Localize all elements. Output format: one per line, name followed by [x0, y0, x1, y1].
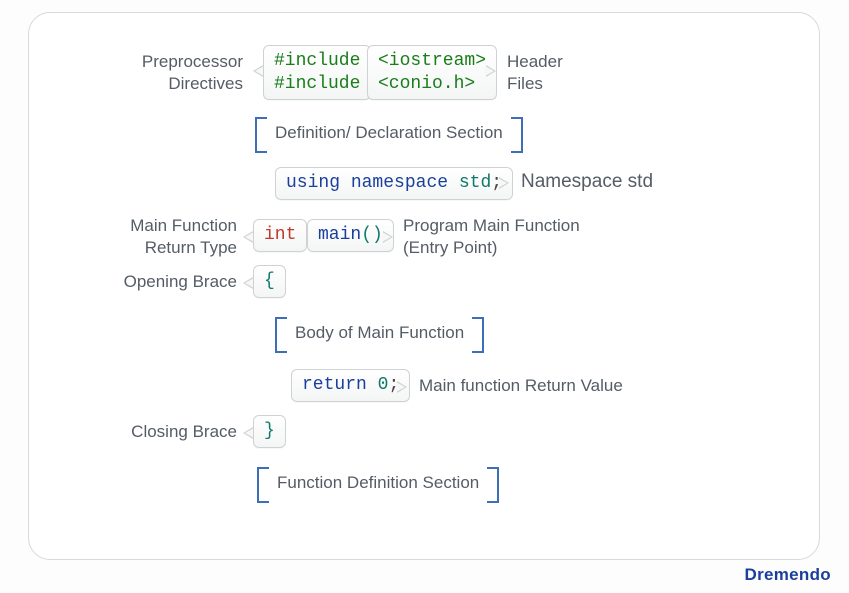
code-includes-headers: <iostream> <conio.h> — [367, 45, 497, 100]
brand-text: Dremendo — [745, 565, 831, 584]
code-text: () — [361, 225, 383, 245]
callout-tail — [243, 427, 253, 439]
label-text: Main FunctionReturn Type — [130, 216, 237, 257]
diagram-panel: PreprocessorDirectives #include #include… — [28, 12, 820, 560]
callout-tail — [397, 381, 407, 393]
code-text: { — [264, 271, 275, 291]
label-header-files: HeaderFiles — [507, 51, 563, 95]
label-text: Program Main Function(Entry Point) — [403, 216, 580, 257]
section-text: Function Definition Section — [277, 473, 479, 492]
code-includes-directives: #include #include — [263, 45, 371, 100]
label-text: Opening Brace — [124, 272, 237, 291]
code-text: std — [459, 173, 491, 193]
section-body: Body of Main Function — [279, 317, 480, 349]
label-namespace-std: Namespace std — [521, 170, 653, 195]
code-text: } — [264, 421, 275, 441]
callout-tail — [243, 231, 253, 243]
callout-tail — [243, 277, 253, 289]
label-opening-brace: Opening Brace — [67, 271, 237, 293]
code-close-brace: } — [253, 415, 286, 448]
callout-tail — [499, 177, 509, 189]
section-function-def: Function Definition Section — [261, 467, 495, 499]
code-namespace: using namespace std; — [275, 167, 513, 200]
label-preprocessor: PreprocessorDirectives — [93, 51, 243, 95]
code-text: <iostream> — [378, 51, 486, 71]
code-main-name: main() — [307, 219, 394, 252]
label-main-return-type: Main FunctionReturn Type — [67, 215, 237, 259]
callout-tail — [253, 65, 263, 77]
code-text: using — [286, 173, 340, 193]
label-main-return-value: Main function Return Value — [419, 375, 623, 397]
code-text: main — [318, 225, 361, 245]
code-open-brace: { — [253, 265, 286, 298]
label-text: Namespace std — [521, 171, 653, 192]
brand-logo: Dremendo — [745, 565, 831, 585]
section-definition: Definition/ Declaration Section — [259, 117, 519, 149]
label-closing-brace: Closing Brace — [67, 421, 237, 443]
label-text: Main function Return Value — [419, 376, 623, 395]
code-text: int — [264, 225, 296, 245]
code-text: #include — [274, 74, 360, 94]
code-main-rettype: int — [253, 219, 307, 252]
section-text: Body of Main Function — [295, 323, 464, 342]
label-text: Closing Brace — [131, 422, 237, 441]
code-text: 0 — [378, 375, 389, 395]
section-text: Definition/ Declaration Section — [275, 123, 503, 142]
callout-tail — [486, 65, 496, 77]
code-return: return 0; — [291, 369, 410, 402]
label-header-files-text: HeaderFiles — [507, 52, 563, 93]
code-text: namespace — [351, 173, 448, 193]
label-program-main: Program Main Function(Entry Point) — [403, 215, 580, 259]
label-preprocessor-text: PreprocessorDirectives — [142, 52, 243, 93]
code-text: #include — [274, 51, 360, 71]
code-text: return — [302, 375, 367, 395]
code-text: <conio.h> — [378, 74, 475, 94]
callout-tail — [383, 231, 393, 243]
